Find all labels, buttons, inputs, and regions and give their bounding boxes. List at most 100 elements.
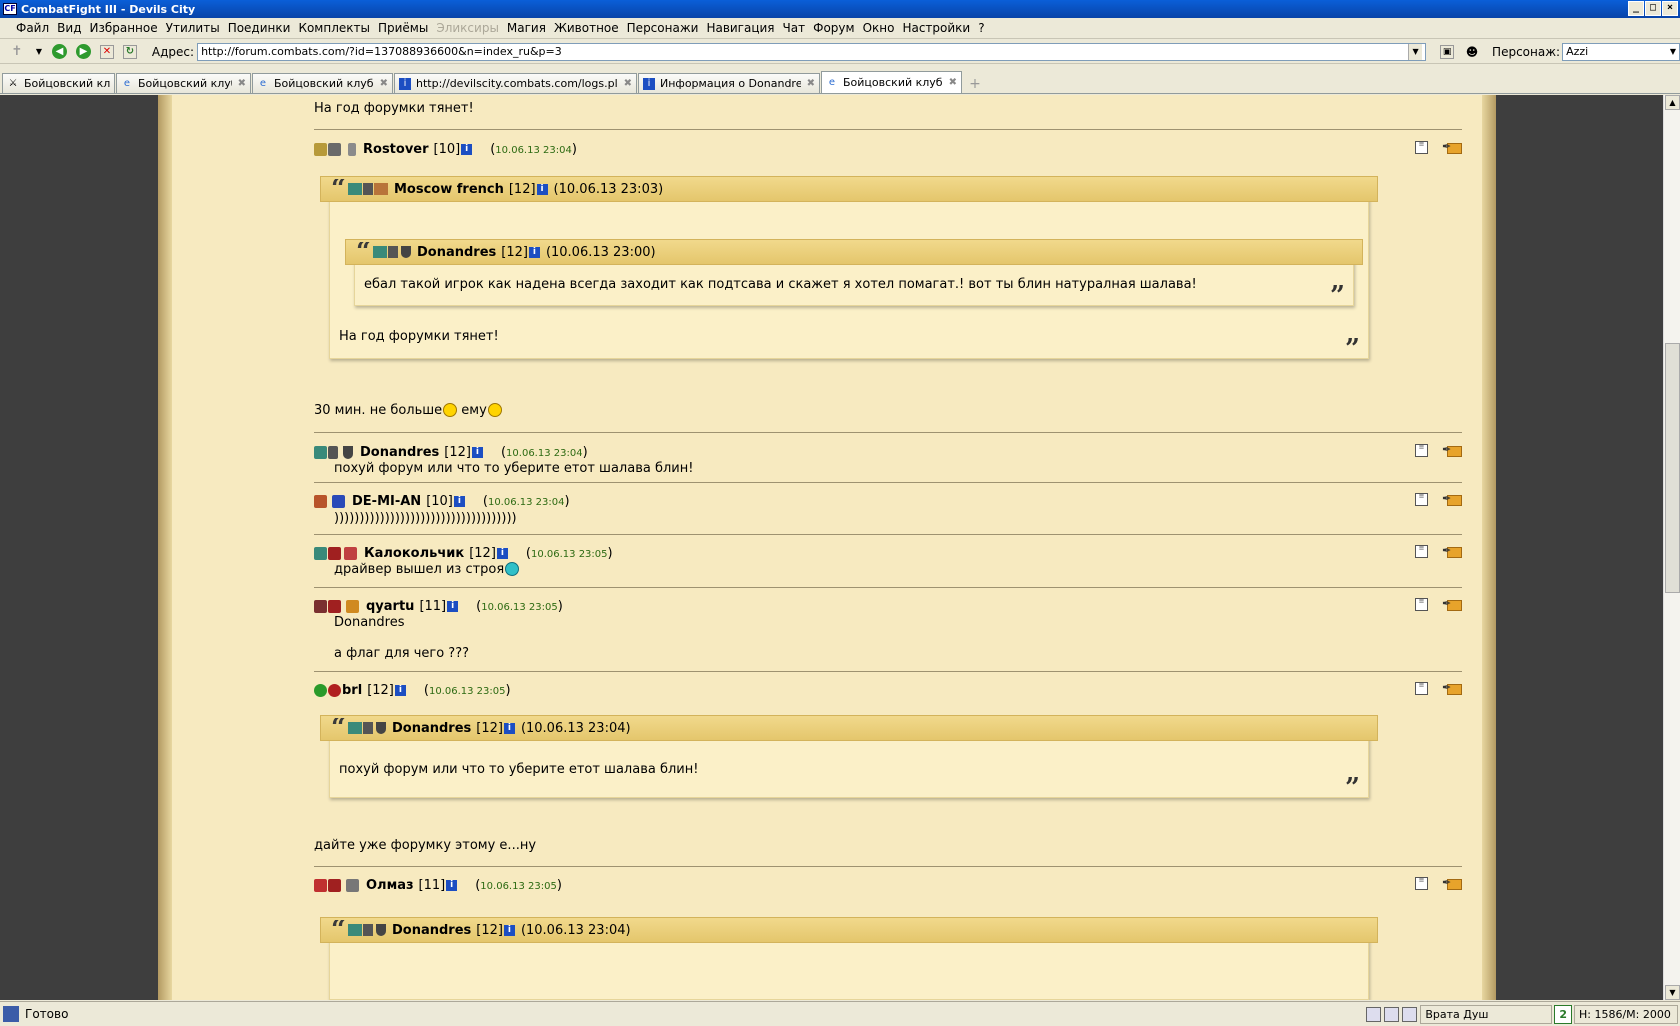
list-icon[interactable]: ≡ bbox=[1415, 682, 1428, 695]
menu-sets[interactable]: Комплекты bbox=[294, 21, 374, 35]
menu-techniques[interactable]: Приёмы bbox=[374, 21, 432, 35]
quote-close-icon: ” bbox=[1345, 334, 1360, 364]
divider bbox=[314, 866, 1462, 867]
scroll-thumb[interactable] bbox=[1665, 343, 1680, 593]
doc-icon[interactable] bbox=[1384, 1006, 1400, 1022]
scroll-down-icon[interactable]: ▼ bbox=[1665, 985, 1680, 1000]
menu-file[interactable]: Файл bbox=[12, 21, 53, 35]
location-box: Врата Душ bbox=[1420, 1004, 1553, 1024]
list-icon[interactable]: ≡ bbox=[1415, 877, 1428, 890]
address-input[interactable]: http://forum.combats.com/?id=13708893660… bbox=[197, 42, 1427, 61]
list-icon[interactable]: ≡ bbox=[1415, 493, 1428, 506]
info-icon[interactable]: i bbox=[496, 547, 508, 559]
info-icon[interactable]: i bbox=[536, 183, 548, 195]
info-icon[interactable]: i bbox=[503, 924, 515, 936]
post-date: (10.06.13 23:04) bbox=[500, 444, 588, 460]
tab-1[interactable]: ⚔ Бойцовский клуб bbox=[2, 73, 115, 93]
address-dropdown-icon[interactable]: ▼ bbox=[1408, 43, 1423, 60]
username[interactable]: Donandres bbox=[360, 445, 439, 460]
vertical-scrollbar[interactable]: ▲ ▼ bbox=[1663, 95, 1680, 1000]
refresh-icon[interactable]: ↻ bbox=[122, 44, 137, 59]
dropdown-arrow-icon[interactable]: ▼ bbox=[35, 43, 43, 61]
info-icon[interactable]: i bbox=[453, 495, 465, 507]
tab-5[interactable]: i Информация о Donandres ✖ bbox=[638, 73, 820, 93]
menu-fights[interactable]: Поединки bbox=[224, 21, 295, 35]
quote-open-icon: “ bbox=[331, 920, 346, 940]
window-titlebar: CF CombatFight III - Devils City _ □ × bbox=[0, 0, 1680, 18]
menu-chat[interactable]: Чат bbox=[779, 21, 810, 35]
num-badge[interactable]: 2 bbox=[1554, 1004, 1572, 1024]
user-level: [12] bbox=[444, 444, 471, 460]
page-icon[interactable]: ▣ bbox=[1440, 44, 1455, 59]
reply-icon[interactable]: ✒ bbox=[1442, 682, 1462, 695]
menu-characters[interactable]: Персонажи bbox=[623, 21, 703, 35]
close-icon[interactable]: ✖ bbox=[238, 78, 246, 89]
character-select[interactable]: Azzi ▼ bbox=[1562, 42, 1680, 61]
quote-username[interactable]: Moscow french bbox=[394, 182, 504, 197]
window-title: CombatFight III - Devils City bbox=[21, 2, 196, 16]
new-tab-button[interactable]: + bbox=[966, 75, 984, 93]
info-icon: i bbox=[643, 77, 655, 90]
username[interactable]: brl bbox=[342, 683, 362, 698]
reply-icon[interactable]: ✒ bbox=[1442, 141, 1462, 154]
menu-favorites[interactable]: Избранное bbox=[85, 21, 161, 35]
reply-icon[interactable]: ✒ bbox=[1442, 444, 1462, 457]
info-icon[interactable]: i bbox=[446, 879, 458, 891]
info-icon[interactable]: i bbox=[394, 684, 406, 696]
tab-2[interactable]: e Бойцовский клуб. ✖ bbox=[116, 73, 251, 93]
maximize-button[interactable]: □ bbox=[1645, 1, 1661, 16]
list-icon[interactable]: ≡ bbox=[1415, 444, 1428, 457]
username[interactable]: Rostover bbox=[363, 142, 429, 157]
menu-window[interactable]: Окно bbox=[859, 21, 899, 35]
list-icon[interactable]: ≡ bbox=[1415, 545, 1428, 558]
minimize-button[interactable]: _ bbox=[1628, 1, 1644, 16]
user-level: [12] bbox=[469, 545, 496, 561]
info-icon[interactable]: i bbox=[528, 246, 540, 258]
reply-icon[interactable]: ✒ bbox=[1442, 598, 1462, 611]
close-icon[interactable]: ✖ bbox=[807, 78, 815, 89]
back-icon[interactable]: ◀ bbox=[51, 44, 67, 59]
clan-icon bbox=[347, 924, 362, 936]
info-icon[interactable]: i bbox=[447, 600, 459, 612]
info-icon[interactable]: i bbox=[503, 722, 515, 734]
post-date: (10.06.13 23:05) bbox=[475, 877, 562, 893]
quote-username[interactable]: Donandres bbox=[417, 245, 496, 260]
clan-icon bbox=[314, 546, 327, 560]
quote-username[interactable]: Donandres bbox=[392, 721, 471, 736]
username[interactable]: Олмаз bbox=[366, 878, 414, 893]
map-icon[interactable] bbox=[1402, 1006, 1418, 1022]
menu-help[interactable]: ? bbox=[974, 21, 988, 35]
forward-icon[interactable]: ▶ bbox=[75, 44, 91, 59]
close-icon[interactable]: ✖ bbox=[949, 77, 957, 88]
reply-icon[interactable]: ✒ bbox=[1442, 545, 1462, 558]
quote-username[interactable]: Donandres bbox=[392, 923, 471, 938]
page-viewport: На год форумки тянет! Rostover [10] i (10… bbox=[0, 95, 1663, 1000]
close-button[interactable]: × bbox=[1662, 1, 1678, 16]
username[interactable]: DE-MI-AN bbox=[352, 494, 421, 509]
pin-icon[interactable]: ✝ bbox=[8, 43, 26, 61]
tab-4[interactable]: i http://devilscity.combats.com/logs.pl?… bbox=[394, 73, 637, 93]
list-icon[interactable]: ≡ bbox=[1415, 598, 1428, 611]
close-icon[interactable]: ✖ bbox=[380, 78, 388, 89]
username[interactable]: qyartu bbox=[366, 599, 414, 614]
menu-settings[interactable]: Настройки bbox=[898, 21, 974, 35]
menu-magic[interactable]: Магия bbox=[503, 21, 550, 35]
list-icon[interactable]: ≡ bbox=[1415, 141, 1428, 154]
menu-view[interactable]: Вид bbox=[53, 21, 85, 35]
clock-icon[interactable] bbox=[1366, 1006, 1382, 1022]
people-icon[interactable]: ☻ bbox=[1463, 43, 1481, 61]
tab-6-active[interactable]: e Бойцовский клуб. ✖ bbox=[821, 71, 962, 93]
stop-icon[interactable]: ✕ bbox=[99, 44, 114, 59]
tab-3[interactable]: e Бойцовский клуб. ✖ bbox=[252, 73, 393, 93]
menu-utilities[interactable]: Утилиты bbox=[162, 21, 224, 35]
reply-icon[interactable]: ✒ bbox=[1442, 493, 1462, 506]
reply-icon[interactable]: ✒ bbox=[1442, 877, 1462, 890]
info-icon[interactable]: i bbox=[471, 446, 483, 458]
info-icon[interactable]: i bbox=[461, 143, 473, 155]
menu-navigation[interactable]: Навигация bbox=[702, 21, 778, 35]
menu-animal[interactable]: Животное bbox=[550, 21, 623, 35]
menu-forum[interactable]: Форум bbox=[809, 21, 858, 35]
username[interactable]: Калокольчик bbox=[364, 546, 464, 561]
scroll-up-icon[interactable]: ▲ bbox=[1665, 95, 1680, 110]
close-icon[interactable]: ✖ bbox=[624, 78, 632, 89]
